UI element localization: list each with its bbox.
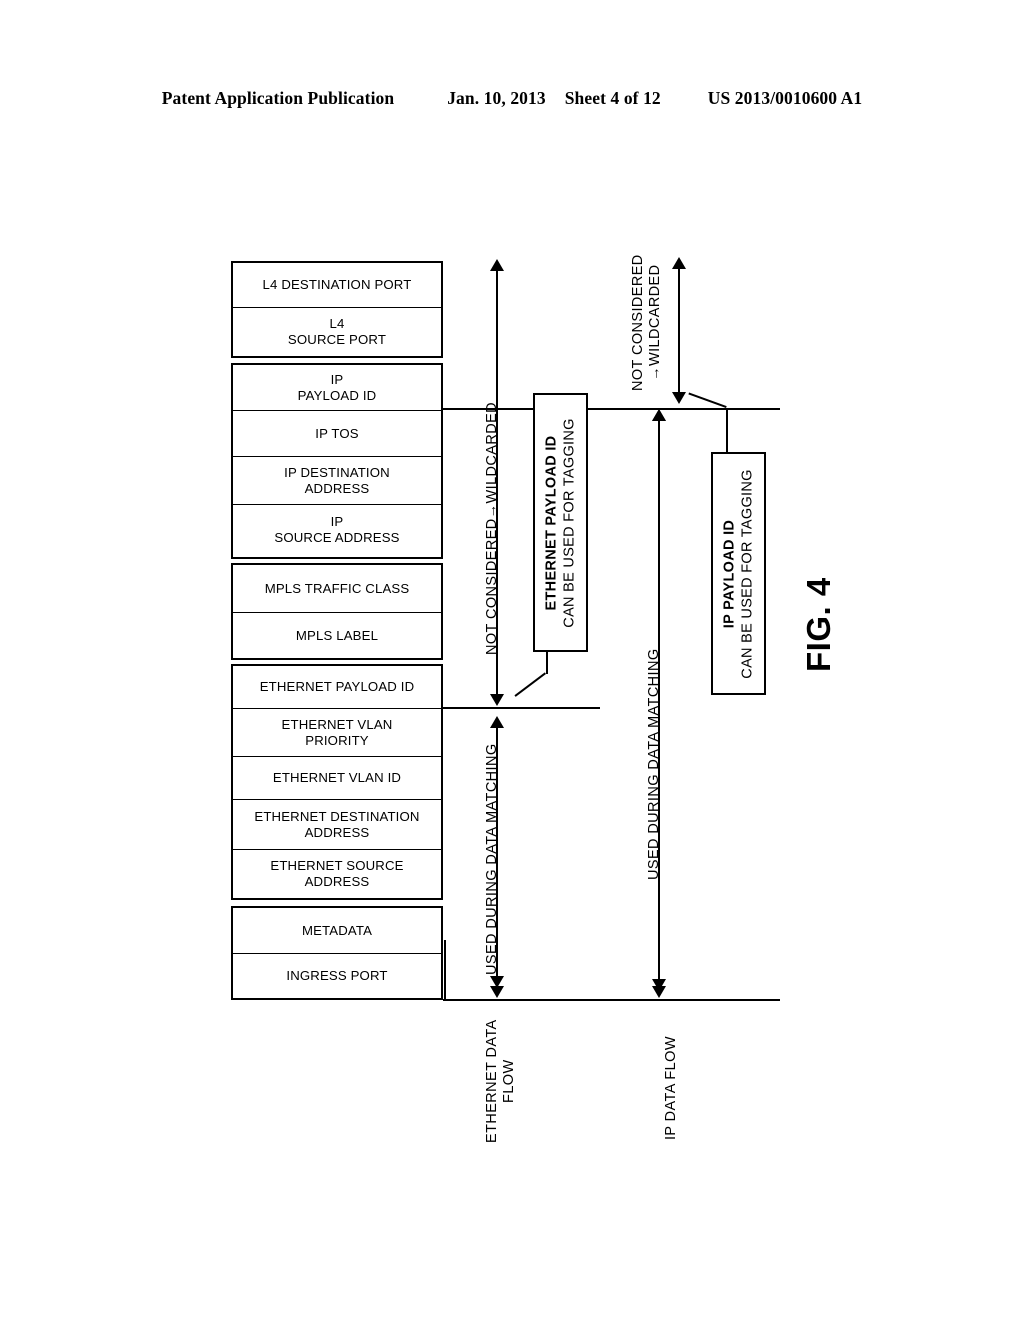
field-label-line: ADDRESS [304, 824, 370, 840]
field-label-line: ADDRESS [304, 480, 370, 496]
field-label-line: ETHERNET VLAN [281, 716, 393, 732]
flow-baseline [443, 999, 780, 1001]
field-label: IP TOS [315, 425, 359, 441]
field-group-metadata: METADATA INGRESS PORT [231, 906, 443, 1000]
field-label: ETHERNET DESTINATION ADDRESS [254, 809, 419, 840]
ip-data-flow-label: IP DATA FLOW [663, 1036, 680, 1140]
callout-title: IP PAYLOAD ID [720, 519, 737, 628]
annotation-text: USED DURING DATA MATCHING [484, 743, 500, 975]
field-label-line: ADDRESS [304, 874, 370, 889]
ip-not-considered-label: NOT CONSIDERED →WILDCARDED [630, 254, 664, 391]
annotation-text: NOT CONSIDERED [630, 254, 646, 391]
field-label: MPLS LABEL [295, 627, 379, 643]
field-group-l4: L4 DESTINATION PORT L4 SOURCE PORT [231, 261, 443, 358]
field-ethernet-vlan-priority: ETHERNET VLAN PRIORITY [233, 709, 441, 757]
ip-boundary-up-arrow [652, 409, 666, 442]
field-ethernet-source-address: ETHERNET SOURCE ADDRESS [233, 850, 441, 898]
field-label: L4 DESTINATION PORT [262, 277, 412, 293]
field-label: L4 SOURCE PORT [288, 316, 386, 347]
arrow-head-down-icon [672, 392, 686, 404]
baseline-tick [444, 940, 446, 1000]
arrow-head-up-icon [490, 716, 504, 728]
field-label-line: SOURCE ADDRESS [274, 530, 400, 545]
eth-callout-leader-stem [546, 652, 548, 674]
ethernet-payload-callout: ETHERNET PAYLOAD ID CAN BE USED FOR TAGG… [533, 393, 588, 652]
ethernet-data-flow-label: ETHERNET DATA FLOW [484, 1019, 518, 1143]
annotation-text: →WILDCARDED [646, 264, 663, 381]
arrow-head-down-icon [652, 986, 666, 998]
field-ethernet-payload-id: ETHERNET PAYLOAD ID [233, 666, 441, 709]
field-label-line: SOURCE PORT [287, 332, 387, 347]
field-ip-tos: IP TOS [233, 411, 441, 457]
field-label-line: IP [330, 371, 344, 387]
field-label-line: IP [330, 514, 344, 530]
field-metadata: METADATA [233, 908, 441, 954]
ip-callout-leader-stem [726, 408, 728, 452]
field-label-line: ETHERNET SOURCE [270, 858, 404, 874]
arrow-head-up-icon [672, 257, 686, 269]
eth-callout-leader-diagonal [514, 672, 546, 697]
field-ethernet-destination-address: ETHERNET DESTINATION ADDRESS [233, 800, 441, 850]
ip-payload-callout: IP PAYLOAD ID CAN BE USED FOR TAGGING [711, 452, 766, 695]
field-label: METADATA [301, 922, 373, 938]
field-ip-destination-address: IP DESTINATION ADDRESS [233, 457, 441, 505]
field-group-ip: IP PAYLOAD ID IP TOS IP DESTINATION ADDR… [231, 363, 443, 559]
field-label: ETHERNET VLAN PRIORITY [282, 717, 393, 748]
figure-caption-text: FIG. 4 [800, 577, 837, 672]
annotation-text: FLOW [500, 1059, 517, 1103]
field-label: ETHERNET PAYLOAD ID [259, 679, 415, 695]
arrow-head-up-icon [490, 259, 504, 271]
annotation-text: USED DURING DATA MATCHING [646, 648, 662, 880]
figure-4-diagram: L4 DESTINATION PORT L4 SOURCE PORT IP PA… [0, 0, 1024, 1320]
annotation-text: ETHERNET DATA [484, 1019, 500, 1143]
field-label: ETHERNET VLAN ID [272, 770, 402, 786]
field-mpls-label: MPLS LABEL [233, 613, 441, 658]
field-label-line: IP DESTINATION [284, 464, 390, 480]
field-group-mpls: MPLS TRAFFIC CLASS MPLS LABEL [231, 563, 443, 660]
ip-callout-leader-diagonal [688, 392, 727, 408]
arrow-head-up-icon [652, 409, 666, 421]
arrow-head-down-icon [490, 694, 504, 706]
ip-used-matching-label: USED DURING DATA MATCHING [646, 648, 663, 880]
ip-flow-down-arrow [652, 963, 666, 998]
callout-subtitle: CAN BE USED FOR TAGGING [738, 468, 755, 679]
field-l4-source-port: L4 SOURCE PORT [233, 308, 441, 356]
field-ethernet-vlan-id: ETHERNET VLAN ID [233, 757, 441, 800]
field-l4-destination-port: L4 DESTINATION PORT [233, 263, 441, 308]
field-label: INGRESS PORT [286, 968, 388, 984]
eth-used-matching-label: USED DURING DATA MATCHING [484, 743, 501, 975]
callout-text: IP PAYLOAD ID CAN BE USED FOR TAGGING [721, 469, 756, 678]
field-label: IP SOURCE ADDRESS [274, 514, 399, 545]
annotation-text: IP DATA FLOW [663, 1036, 679, 1140]
annotation-text: NOT CONSIDERED→WILDCARDED [484, 401, 500, 655]
field-group-ethernet: ETHERNET PAYLOAD ID ETHERNET VLAN PRIORI… [231, 664, 443, 900]
callout-text: ETHERNET PAYLOAD ID CAN BE USED FOR TAGG… [543, 418, 578, 627]
field-ip-payload-id: IP PAYLOAD ID [233, 365, 441, 411]
field-label: MPLS TRAFFIC CLASS [264, 580, 410, 596]
callout-subtitle: CAN BE USED FOR TAGGING [560, 417, 577, 628]
field-label: IP DESTINATION ADDRESS [284, 465, 390, 496]
field-label-line: L4 [329, 316, 345, 332]
field-label-line: ETHERNET DESTINATION [254, 808, 420, 824]
field-ingress-port: INGRESS PORT [233, 954, 441, 998]
arrow-head-down-icon [490, 986, 504, 998]
eth-not-considered-label: NOT CONSIDERED→WILDCARDED [484, 402, 501, 655]
eth-flow-down-arrow [490, 963, 504, 998]
field-label-line: PRIORITY [305, 732, 369, 748]
field-label-line: PAYLOAD ID [297, 387, 377, 403]
field-ip-source-address: IP SOURCE ADDRESS [233, 505, 441, 555]
callout-title: ETHERNET PAYLOAD ID [542, 435, 559, 610]
figure-caption: FIG. 4 [800, 577, 838, 672]
ethernet-boundary-line [443, 707, 600, 709]
field-label: IP PAYLOAD ID [298, 372, 377, 403]
field-mpls-traffic-class: MPLS TRAFFIC CLASS [233, 565, 441, 613]
field-label: ETHERNET SOURCE ADDRESS [270, 858, 403, 889]
ip-not-considered-arrow [672, 257, 686, 404]
